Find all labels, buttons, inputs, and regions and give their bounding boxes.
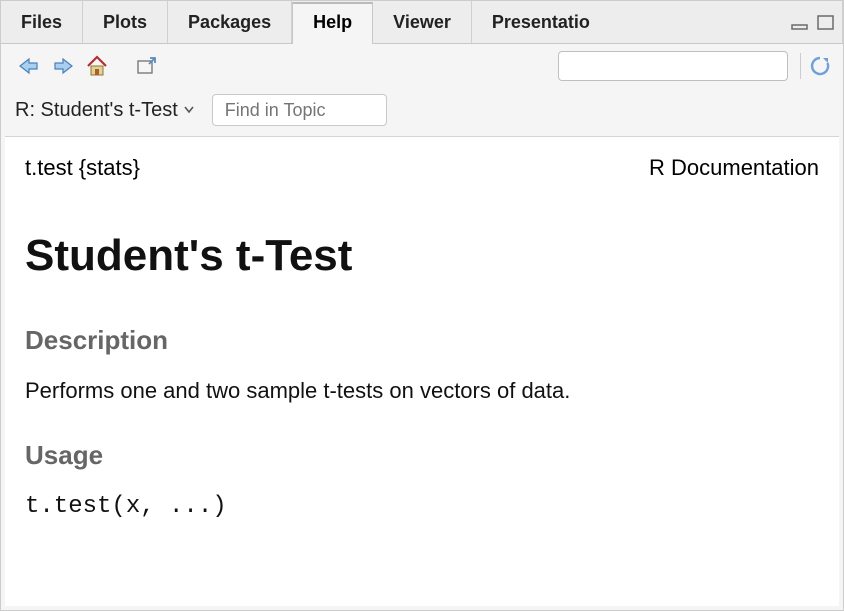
tab-files[interactable]: Files bbox=[1, 1, 83, 43]
help-content[interactable]: t.test {stats} R Documentation Student's… bbox=[5, 136, 839, 606]
tab-viewer[interactable]: Viewer bbox=[373, 1, 472, 43]
usage-code: t.test(x, ...) bbox=[25, 493, 819, 520]
back-button[interactable] bbox=[13, 51, 45, 81]
toolbar-divider bbox=[800, 53, 801, 79]
doc-topic: t.test {stats} bbox=[25, 155, 140, 181]
help-breadcrumb-bar: R: Student's t-Test bbox=[1, 88, 843, 136]
popout-icon bbox=[135, 56, 159, 76]
section-description: Description bbox=[25, 325, 819, 356]
tab-presentation[interactable]: Presentatio bbox=[472, 1, 843, 43]
pane-tabs: Files Plots Packages Help Viewer Present… bbox=[1, 1, 843, 44]
help-search-input[interactable] bbox=[573, 57, 780, 75]
page-title: Student's t-Test bbox=[25, 231, 819, 281]
home-button[interactable] bbox=[81, 51, 113, 81]
forward-button[interactable] bbox=[47, 51, 79, 81]
doc-source: R Documentation bbox=[649, 155, 819, 181]
description-text: Performs one and two sample t-tests on v… bbox=[25, 378, 819, 404]
tab-plots[interactable]: Plots bbox=[83, 1, 168, 43]
minimize-pane-button[interactable] bbox=[789, 13, 811, 33]
tab-help[interactable]: Help bbox=[292, 2, 373, 44]
breadcrumb-label: R: Student's t-Test bbox=[15, 99, 178, 122]
show-in-new-window-button[interactable] bbox=[131, 51, 163, 81]
chevron-down-icon bbox=[184, 106, 194, 114]
refresh-icon bbox=[809, 55, 831, 77]
help-content-inner: t.test {stats} R Documentation Student's… bbox=[5, 137, 839, 540]
doc-header: t.test {stats} R Documentation bbox=[25, 149, 819, 181]
help-toolbar bbox=[1, 44, 843, 88]
window-controls bbox=[789, 13, 837, 33]
refresh-button[interactable] bbox=[809, 55, 831, 77]
tab-packages[interactable]: Packages bbox=[168, 1, 292, 43]
section-usage: Usage bbox=[25, 440, 819, 471]
topic-breadcrumb[interactable]: R: Student's t-Test bbox=[15, 99, 194, 122]
maximize-icon bbox=[817, 15, 835, 31]
find-in-topic-input[interactable] bbox=[212, 94, 387, 126]
arrow-right-icon bbox=[51, 56, 75, 76]
arrow-left-icon bbox=[17, 56, 41, 76]
home-icon bbox=[85, 55, 109, 77]
minimize-icon bbox=[791, 16, 809, 30]
maximize-pane-button[interactable] bbox=[815, 13, 837, 33]
help-search[interactable] bbox=[558, 51, 788, 81]
